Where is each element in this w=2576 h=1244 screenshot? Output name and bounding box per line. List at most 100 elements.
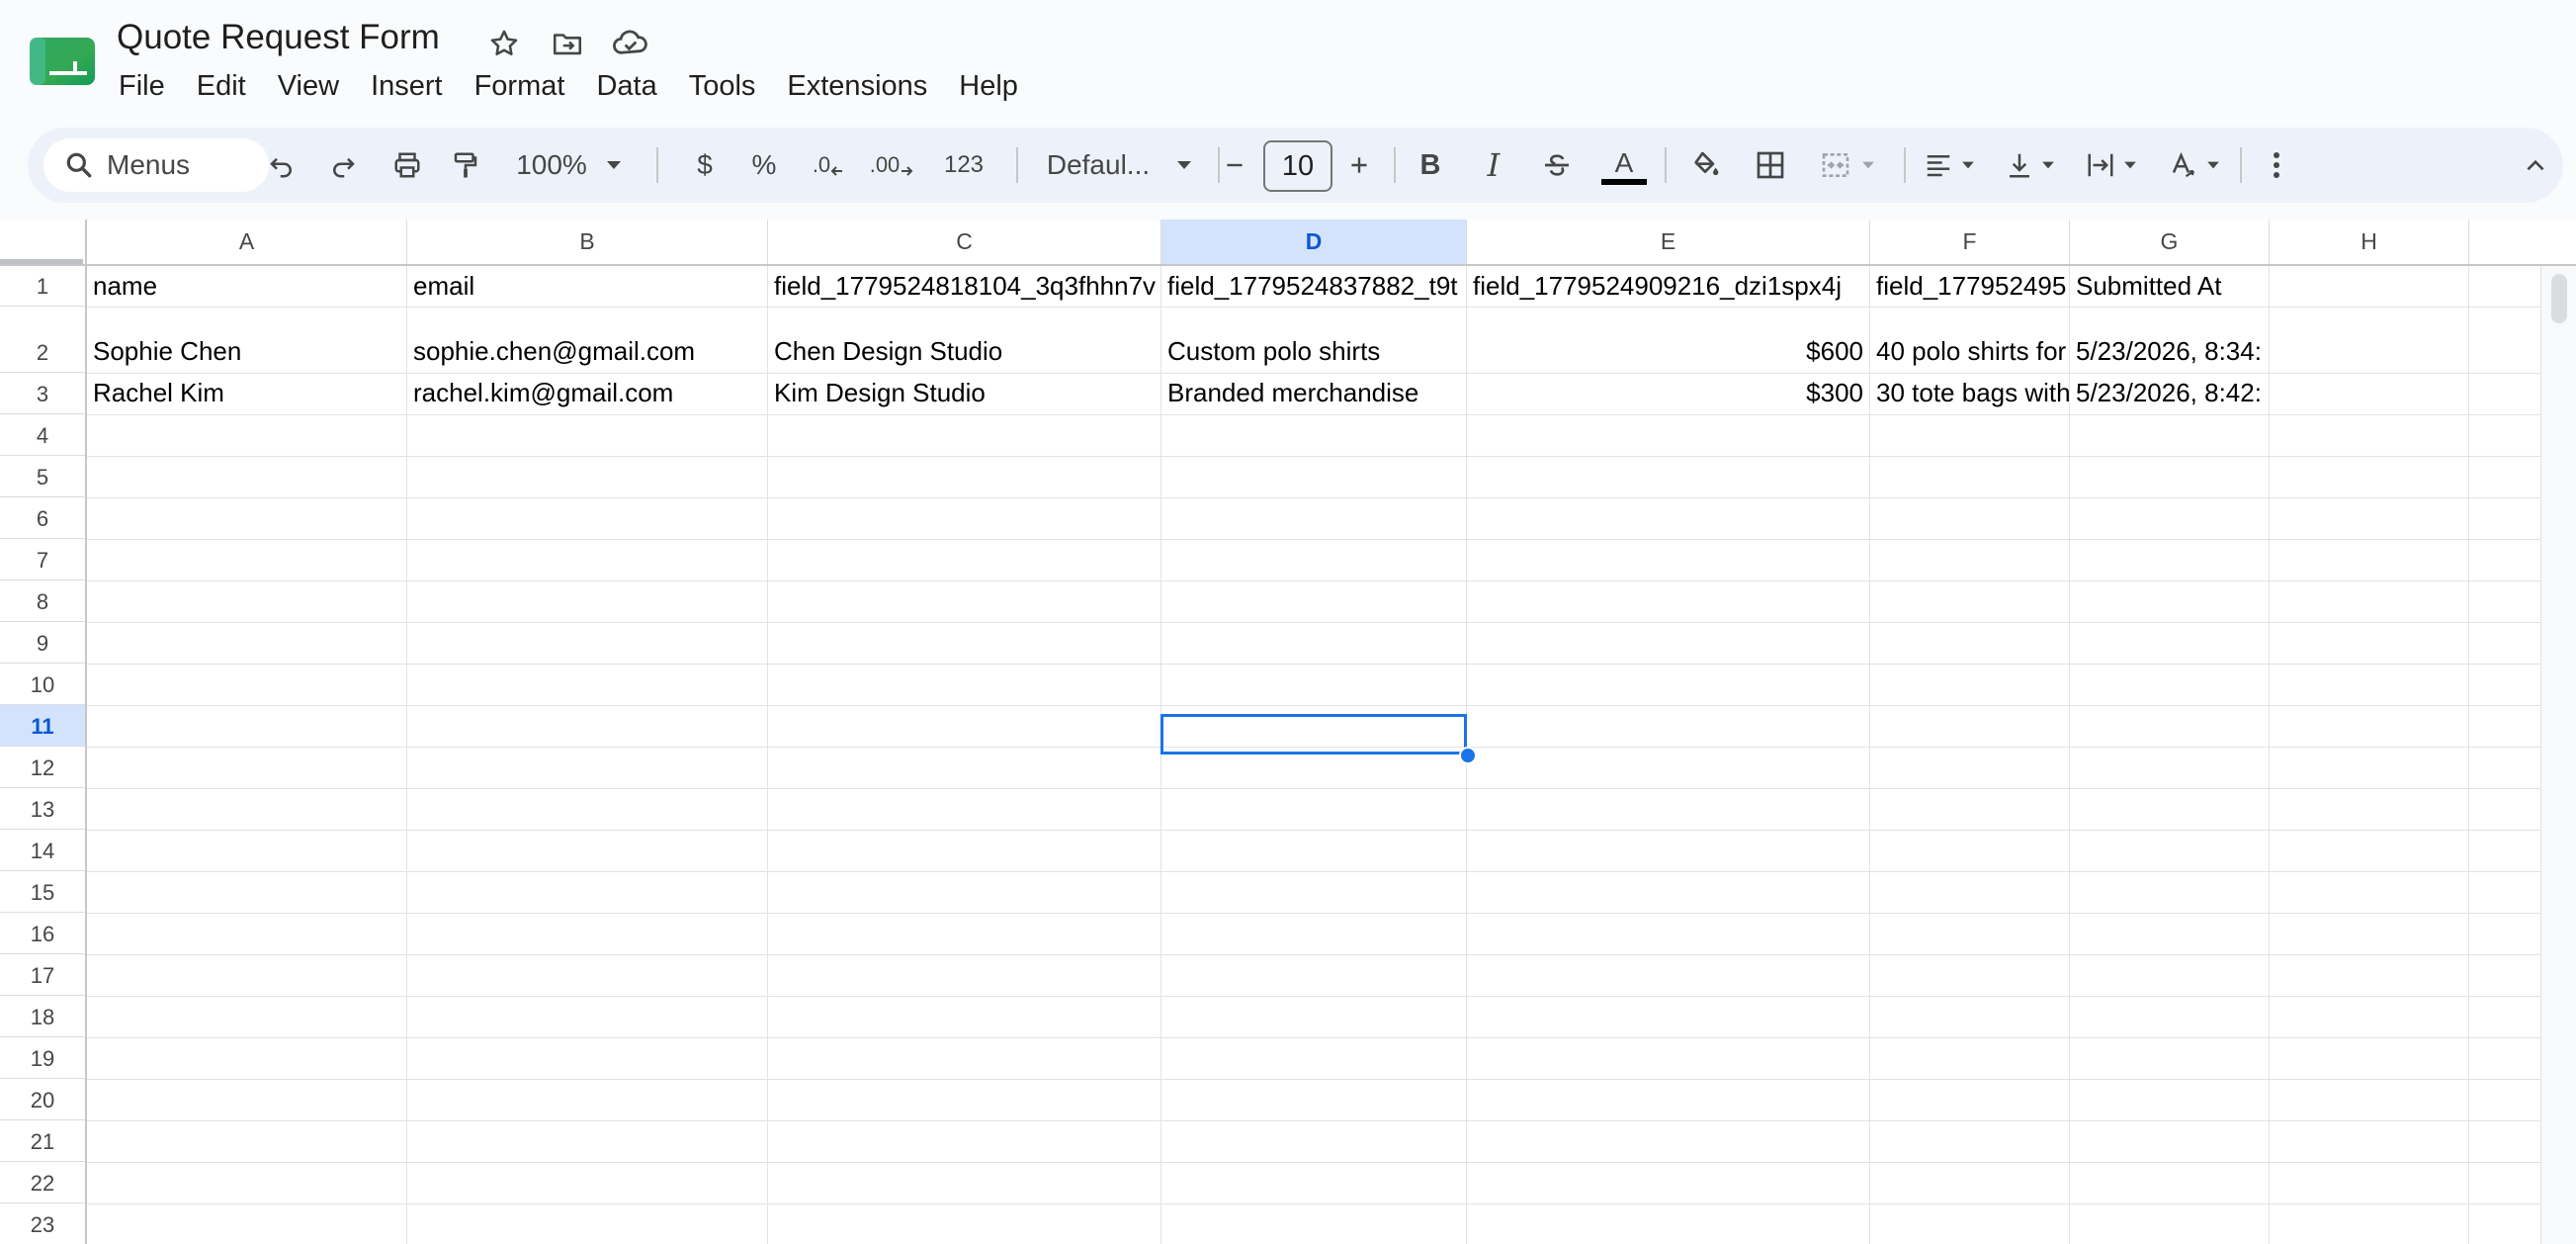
menu-view[interactable]: View xyxy=(262,65,355,107)
cell-g3[interactable]: 5/23/2026, 8:42: xyxy=(2070,373,2269,413)
document-title[interactable]: Quote Request Form xyxy=(117,18,440,57)
cell-g1[interactable]: Submitted At xyxy=(2070,266,2269,306)
row-header-14[interactable]: 14 xyxy=(0,830,85,871)
cloud-saved-icon[interactable] xyxy=(611,24,650,63)
row-header-22[interactable]: 22 xyxy=(0,1162,85,1203)
strikethrough-icon[interactable] xyxy=(1532,128,1582,203)
star-icon[interactable] xyxy=(484,24,524,63)
row-header-1[interactable]: 1 xyxy=(0,266,85,307)
cell-f1[interactable]: field_177952495 xyxy=(1870,266,2069,306)
paint-format-icon[interactable] xyxy=(441,128,490,203)
active-cell-selection[interactable] xyxy=(1160,714,1467,755)
cell-b3[interactable]: rachel.kim@gmail.com xyxy=(407,373,767,413)
italic-button[interactable]: I xyxy=(1469,128,1518,203)
select-all-corner[interactable] xyxy=(0,220,87,264)
zoom-select[interactable]: 100% xyxy=(500,128,639,203)
menu-file[interactable]: File xyxy=(103,65,181,107)
cell-e1[interactable]: field_1779524909216_dzi1spx4j xyxy=(1467,266,1869,306)
fill-color-icon[interactable] xyxy=(1678,128,1732,203)
menu-format[interactable]: Format xyxy=(459,65,581,107)
row-header-21[interactable]: 21 xyxy=(0,1120,85,1162)
row-header-11[interactable]: 11 xyxy=(0,705,85,747)
cell-f3[interactable]: 30 tote bags with xyxy=(1870,373,2069,413)
redo-icon[interactable] xyxy=(318,128,368,203)
row-header-19[interactable]: 19 xyxy=(0,1037,85,1079)
more-options-icon[interactable] xyxy=(2252,128,2301,203)
percent-format-button[interactable]: % xyxy=(739,128,789,203)
horizontal-align-icon[interactable] xyxy=(1912,128,1987,203)
row-header-20[interactable]: 20 xyxy=(0,1079,85,1120)
row-header-2[interactable]: 2 xyxy=(0,307,85,373)
font-size-input[interactable]: 10 xyxy=(1263,140,1332,192)
cell-g2[interactable]: 5/23/2026, 8:34: xyxy=(2070,307,2269,372)
borders-icon[interactable] xyxy=(1744,128,1797,203)
column-header-h[interactable]: H xyxy=(2270,220,2469,264)
row-header-6[interactable]: 6 xyxy=(0,497,85,539)
fill-handle[interactable] xyxy=(1459,747,1477,764)
menu-extensions[interactable]: Extensions xyxy=(771,65,943,107)
column-header-c[interactable]: C xyxy=(768,220,1161,264)
cell-e3[interactable]: $300 xyxy=(1467,373,1869,413)
column-header-d[interactable]: D xyxy=(1161,220,1467,264)
increase-decimal-button[interactable]: .00 xyxy=(862,128,921,203)
row-header-17[interactable]: 17 xyxy=(0,954,85,996)
menu-tools[interactable]: Tools xyxy=(673,65,772,107)
cell-b2[interactable]: sophie.chen@gmail.com xyxy=(407,307,767,372)
font-select[interactable]: Defaul... xyxy=(1026,128,1214,203)
text-rotation-icon[interactable] xyxy=(2157,128,2232,203)
text-wrapping-icon[interactable] xyxy=(2074,128,2149,203)
cell-c2[interactable]: Chen Design Studio xyxy=(768,307,1160,372)
column-header-a[interactable]: A xyxy=(87,220,407,264)
vertical-scrollbar[interactable] xyxy=(2540,266,2576,1244)
row-header-8[interactable]: 8 xyxy=(0,580,85,622)
sheets-logo-icon[interactable] xyxy=(28,36,97,89)
merge-cells-icon[interactable] xyxy=(1807,128,1886,203)
decrease-font-size-button[interactable] xyxy=(1210,128,1259,203)
row-header-23[interactable]: 23 xyxy=(0,1203,85,1244)
currency-format-button[interactable]: $ xyxy=(680,128,730,203)
row-header-16[interactable]: 16 xyxy=(0,913,85,954)
cell-e2[interactable]: $600 xyxy=(1467,307,1869,372)
row-header-3[interactable]: 3 xyxy=(0,373,85,414)
bold-button[interactable]: B xyxy=(1406,128,1455,203)
cell-c1[interactable]: field_1779524818104_3q3fhhn7v xyxy=(768,266,1160,306)
cell-b1[interactable]: email xyxy=(407,266,767,306)
column-header-g[interactable]: G xyxy=(2070,220,2270,264)
decrease-decimal-button[interactable]: .0 xyxy=(801,128,856,203)
arrow-left-icon xyxy=(830,166,843,176)
cell-a1[interactable]: name xyxy=(87,266,406,306)
cell-d2[interactable]: Custom polo shirts xyxy=(1161,307,1466,372)
row-header-9[interactable]: 9 xyxy=(0,622,85,664)
row-header-12[interactable]: 12 xyxy=(0,747,85,788)
cell-a2[interactable]: Sophie Chen xyxy=(87,307,406,372)
row-header-18[interactable]: 18 xyxy=(0,996,85,1037)
cell-c3[interactable]: Kim Design Studio xyxy=(768,373,1160,413)
row-header-5[interactable]: 5 xyxy=(0,456,85,497)
menu-help[interactable]: Help xyxy=(943,65,1034,107)
column-header-b[interactable]: B xyxy=(407,220,768,264)
menu-insert[interactable]: Insert xyxy=(355,65,459,107)
increase-font-size-button[interactable] xyxy=(1334,128,1384,203)
text-color-button[interactable]: A xyxy=(1597,128,1651,203)
cell-a3[interactable]: Rachel Kim xyxy=(87,373,406,413)
scrollbar-thumb[interactable] xyxy=(2551,274,2567,323)
move-folder-icon[interactable] xyxy=(548,24,587,63)
row-header-7[interactable]: 7 xyxy=(0,539,85,580)
collapse-toolbar-icon[interactable] xyxy=(2511,128,2560,203)
cell-d1[interactable]: field_1779524837882_t9t xyxy=(1161,266,1466,306)
cell-d3[interactable]: Branded merchandise xyxy=(1161,373,1466,413)
row-header-4[interactable]: 4 xyxy=(0,414,85,456)
menu-data[interactable]: Data xyxy=(580,65,672,107)
menus-search-button[interactable]: Menus xyxy=(43,138,269,192)
undo-icon[interactable] xyxy=(257,128,306,203)
row-header-10[interactable]: 10 xyxy=(0,664,85,705)
row-header-15[interactable]: 15 xyxy=(0,871,85,913)
column-header-e[interactable]: E xyxy=(1467,220,1870,264)
cell-f2[interactable]: 40 polo shirts for xyxy=(1870,307,2069,372)
row-header-13[interactable]: 13 xyxy=(0,788,85,830)
menu-edit[interactable]: Edit xyxy=(181,65,262,107)
column-header-f[interactable]: F xyxy=(1870,220,2070,264)
number-format-button[interactable]: 123 xyxy=(929,128,998,203)
print-icon[interactable] xyxy=(383,128,432,203)
vertical-align-icon[interactable] xyxy=(1993,128,2068,203)
